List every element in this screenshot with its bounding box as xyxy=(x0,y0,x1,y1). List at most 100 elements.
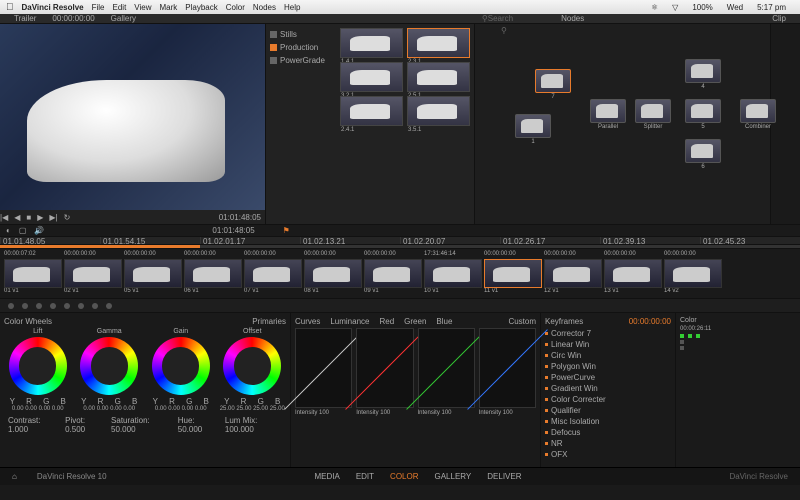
wifi-icon[interactable]: ▽ xyxy=(672,3,678,12)
tool-icon[interactable] xyxy=(22,303,28,309)
tab-deliver[interactable]: DELIVER xyxy=(487,472,521,481)
keyframe-track[interactable]: Qualifier xyxy=(545,405,671,416)
first-frame-icon[interactable]: |◀ xyxy=(0,213,8,222)
curve-editor[interactable]: Intensity 100 xyxy=(295,328,352,416)
curve-editor[interactable]: Intensity 100 xyxy=(479,328,536,416)
timeline-clip[interactable]: 17:31:46:1410 v1 xyxy=(424,251,482,296)
gallery-cat-stills[interactable]: Stills xyxy=(270,28,332,41)
gallery-thumb[interactable]: 2.3.1 xyxy=(407,28,470,58)
timeline-clip[interactable]: 00:00:00:0012 v1 xyxy=(544,251,602,296)
search-placeholder[interactable]: Search xyxy=(488,14,513,23)
curve-editor[interactable]: Intensity 100 xyxy=(418,328,475,416)
nodes-search[interactable]: ⚲ xyxy=(501,26,507,32)
timeline-clip[interactable]: 00:00:00:0002 v1 xyxy=(64,251,122,296)
node[interactable]: 1 xyxy=(515,114,551,138)
bluetooth-icon[interactable]: ⚛ xyxy=(651,3,658,12)
timeline-clip[interactable]: 00:00:00:0009 v1 xyxy=(364,251,422,296)
lummix-value[interactable]: Lum Mix: 100.000 xyxy=(225,416,282,434)
prev-frame-icon[interactable]: ◀ xyxy=(14,213,20,222)
stop-icon[interactable]: ■ xyxy=(26,213,31,222)
timeline-clip[interactable]: 00:00:00:0006 v1 xyxy=(184,251,242,296)
tool-icon[interactable] xyxy=(8,303,14,309)
timeline-clip[interactable]: 00:00:00:0007 v1 xyxy=(244,251,302,296)
menu-edit[interactable]: Edit xyxy=(113,3,127,12)
gallery-thumb[interactable]: 2.4.1 xyxy=(340,96,403,126)
pivot-value[interactable]: Pivot: 0.500 xyxy=(65,416,103,434)
tool-icon[interactable] xyxy=(50,303,56,309)
node[interactable]: 6 xyxy=(685,139,721,163)
gallery-thumb[interactable]: 1.4.1 xyxy=(340,28,403,58)
apple-icon[interactable]:  xyxy=(6,2,14,13)
node[interactable]: 5 xyxy=(685,99,721,123)
timeline-clip[interactable]: 00:00:00:0011 v1 xyxy=(484,251,542,296)
keyframe-track[interactable]: Defocus xyxy=(545,427,671,438)
app-name[interactable]: DaVinci Resolve xyxy=(22,3,84,12)
gallery-cat-production[interactable]: Production xyxy=(270,41,332,54)
node[interactable]: Combiner xyxy=(740,99,776,123)
color-wheel-lift[interactable]: LiftYRGB0.00 0.00 0.00 0.00 xyxy=(4,328,72,412)
node[interactable]: Parallel xyxy=(590,99,626,123)
contrast-value[interactable]: Contrast: 1.000 xyxy=(8,416,57,434)
timeline-clip[interactable]: 00:00:07:0201 v1 xyxy=(4,251,62,296)
next-frame-icon[interactable]: ▶| xyxy=(49,213,57,222)
tool-icon[interactable] xyxy=(78,303,84,309)
tool-icon[interactable] xyxy=(106,303,112,309)
keyframe-track[interactable]: Corrector 7 xyxy=(545,328,671,339)
curve-tab-green[interactable]: Green xyxy=(404,317,426,326)
tool-icon[interactable] xyxy=(92,303,98,309)
expand-icon[interactable]: ▢ xyxy=(19,226,27,235)
tab-edit[interactable]: EDIT xyxy=(356,472,374,481)
mute-icon[interactable]: 🔊 xyxy=(34,226,44,235)
menu-nodes[interactable]: Nodes xyxy=(253,3,276,12)
keyframe-track[interactable]: PowerCurve xyxy=(545,372,671,383)
gallery-cat-powergrade[interactable]: PowerGrade xyxy=(270,54,332,67)
node[interactable]: 7 xyxy=(535,69,571,93)
flag-icon[interactable]: ⚑ xyxy=(283,226,290,235)
tab-gallery[interactable]: GALLERY xyxy=(435,472,472,481)
curve-tab-lum[interactable]: Luminance xyxy=(330,317,369,326)
menu-file[interactable]: File xyxy=(92,3,105,12)
gallery-thumb[interactable]: 3.2.1 xyxy=(340,62,403,92)
menu-color[interactable]: Color xyxy=(226,3,245,12)
keyframe-track[interactable]: Misc Isolation xyxy=(545,416,671,427)
keyframe-track[interactable]: OFX xyxy=(545,449,671,460)
thumbnail-timeline[interactable]: 00:00:07:0201 v100:00:00:0002 v100:00:00… xyxy=(0,248,800,298)
tool-icon[interactable] xyxy=(36,303,42,309)
tab-color[interactable]: COLOR xyxy=(390,472,418,481)
tool-icon[interactable] xyxy=(64,303,70,309)
keyframe-track[interactable]: Linear Win xyxy=(545,339,671,350)
keyframe-track[interactable]: Gradient Win xyxy=(545,383,671,394)
bypass-icon[interactable]: ◐ xyxy=(6,226,11,235)
gallery-thumb[interactable]: 3.5.1 xyxy=(407,96,470,126)
play-icon[interactable]: ▶ xyxy=(37,213,43,222)
home-icon[interactable]: ⌂ xyxy=(12,472,17,481)
color-wheel-offset[interactable]: OffsetYRGB25.00 25.00 25.00 25.00 xyxy=(219,328,287,412)
keyframe-track[interactable]: Circ Win xyxy=(545,350,671,361)
curve-tab-blue[interactable]: Blue xyxy=(436,317,452,326)
menu-help[interactable]: Help xyxy=(284,3,300,12)
node[interactable]: 4 xyxy=(685,59,721,83)
menu-mark[interactable]: Mark xyxy=(160,3,178,12)
nodes-panel[interactable]: ⚲ 71ParallelSplitter456Combiner xyxy=(475,24,770,224)
menu-view[interactable]: View xyxy=(134,3,151,12)
gallery-thumb[interactable]: 2.5.1 xyxy=(407,62,470,92)
loop-icon[interactable]: ↻ xyxy=(64,213,71,222)
keyframe-track[interactable]: NR xyxy=(545,438,671,449)
keyframe-track[interactable]: Color Correcter xyxy=(545,394,671,405)
curve-tab-red[interactable]: Red xyxy=(379,317,394,326)
menu-playback[interactable]: Playback xyxy=(185,3,217,12)
color-wheel-gain[interactable]: GainYRGB0.00 0.00 0.00 0.00 xyxy=(147,328,215,412)
timeline-clip[interactable]: 00:00:00:0008 v1 xyxy=(304,251,362,296)
keyframe-track[interactable]: Polygon Win xyxy=(545,361,671,372)
timeline-ruler[interactable]: 01.01.48.0501.01.54.1501.02.01.1701.02.1… xyxy=(0,236,800,244)
hue-value[interactable]: Hue: 50.000 xyxy=(178,416,217,434)
timeline-clip[interactable]: 00:00:00:0013 v1 xyxy=(604,251,662,296)
color-wheel-gamma[interactable]: GammaYRGB0.00 0.00 0.00 0.00 xyxy=(76,328,144,412)
node[interactable]: Splitter xyxy=(635,99,671,123)
curve-tab-custom[interactable]: Custom xyxy=(508,317,536,326)
timeline-clip[interactable]: 00:00:00:0005 v1 xyxy=(124,251,182,296)
viewer-image[interactable] xyxy=(0,24,265,210)
timeline-clip[interactable]: 00:00:00:0014 v2 xyxy=(664,251,722,296)
saturation-value[interactable]: Saturation: 50.000 xyxy=(111,416,170,434)
tab-media[interactable]: MEDIA xyxy=(314,472,339,481)
